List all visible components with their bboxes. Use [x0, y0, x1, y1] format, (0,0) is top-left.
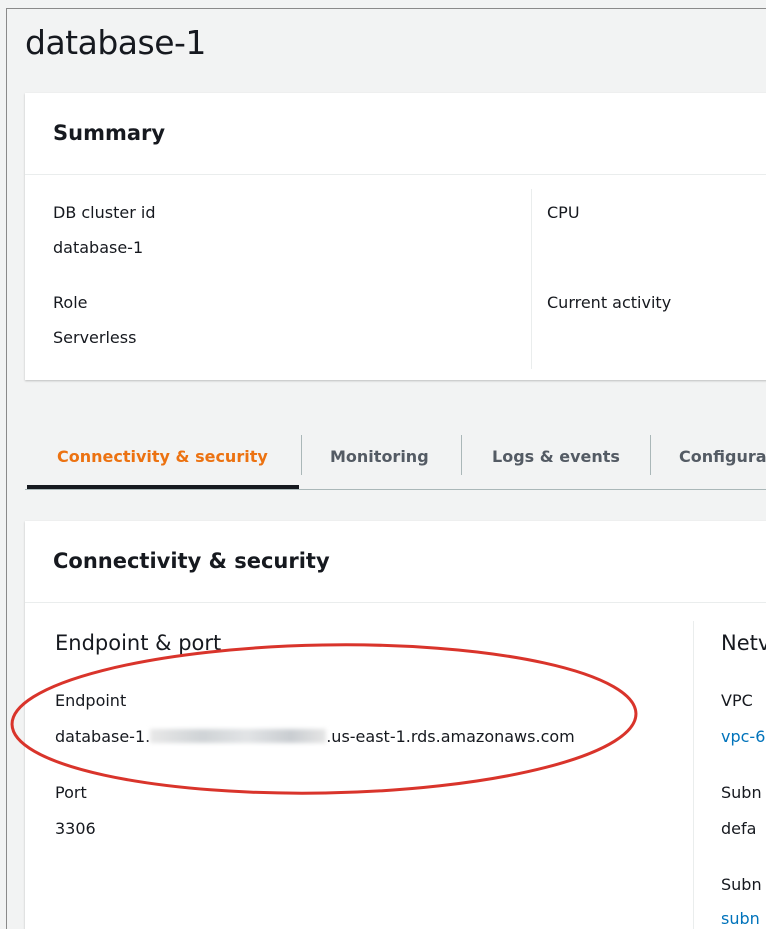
db-cluster-id-value: database-1 — [53, 238, 144, 257]
vpc-label: VPC — [721, 691, 753, 710]
subnet-group-label: Subn — [721, 783, 762, 802]
summary-panel: Summary DB cluster id database-1 Role Se… — [25, 93, 766, 380]
current-activity-label: Current activity — [547, 293, 672, 312]
connectivity-column-divider — [693, 621, 694, 929]
summary-heading: Summary — [53, 121, 166, 145]
tabs-divider — [25, 489, 766, 490]
connectivity-security-panel: Connectivity & security Endpoint & port … — [25, 521, 766, 929]
page-title: database-1 — [25, 23, 206, 62]
tab-separator — [461, 435, 462, 475]
detail-tabs: Connectivity & security Monitoring Logs … — [25, 419, 766, 490]
connectivity-heading: Connectivity & security — [53, 549, 330, 573]
tab-configuration[interactable]: Configura — [679, 447, 766, 466]
redacted-cluster-identifier — [150, 729, 327, 743]
summary-column-divider — [531, 189, 532, 369]
port-label: Port — [55, 783, 87, 802]
role-label: Role — [53, 293, 88, 312]
summary-header: Summary — [25, 93, 766, 175]
endpoint-prefix: database-1. — [55, 727, 151, 746]
tab-separator — [301, 435, 302, 475]
db-cluster-id-label: DB cluster id — [53, 203, 156, 222]
connectivity-header: Connectivity & security — [25, 521, 766, 603]
endpoint-label: Endpoint — [55, 691, 127, 710]
endpoint-suffix: .us-east-1.rds.amazonaws.com — [326, 727, 575, 746]
endpoint-port-title: Endpoint & port — [55, 631, 222, 655]
tab-logs-events[interactable]: Logs & events — [492, 447, 620, 466]
subnet-group-value: defa — [721, 819, 757, 838]
subnets-label: Subn — [721, 875, 762, 894]
endpoint-value[interactable]: database-1. .us-east-1.rds.amazonaws.com — [55, 727, 575, 746]
subnets-link[interactable]: subn — [721, 909, 760, 928]
tab-separator — [650, 435, 651, 475]
role-value: Serverless — [53, 328, 137, 347]
tab-monitoring[interactable]: Monitoring — [330, 447, 429, 466]
tab-connectivity-security[interactable]: Connectivity & security — [57, 447, 268, 466]
vpc-link[interactable]: vpc-6 — [721, 727, 765, 746]
networking-title: Netv — [721, 631, 766, 655]
port-value: 3306 — [55, 819, 96, 838]
browser-frame: database-1 Summary DB cluster id databas… — [6, 8, 766, 929]
cpu-label: CPU — [547, 203, 580, 222]
